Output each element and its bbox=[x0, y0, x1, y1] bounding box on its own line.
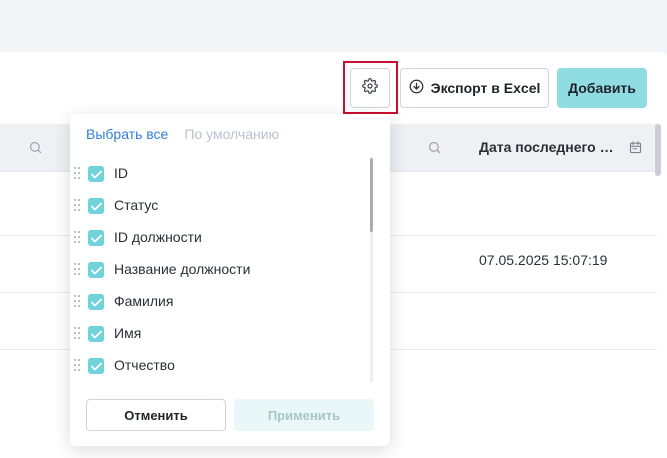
scrollbar-thumb[interactable] bbox=[370, 158, 373, 232]
drag-handle-icon[interactable] bbox=[74, 327, 82, 341]
checkbox[interactable] bbox=[88, 358, 104, 374]
default-link[interactable]: По умолчанию bbox=[184, 126, 279, 142]
column-label: Отчество bbox=[114, 357, 175, 373]
list-item[interactable]: Отчество bbox=[70, 350, 370, 382]
drag-handle-icon[interactable] bbox=[74, 263, 82, 277]
drag-handle-icon[interactable] bbox=[74, 359, 82, 373]
checkbox[interactable] bbox=[88, 166, 104, 182]
list-item[interactable]: Фамилия bbox=[70, 286, 370, 318]
cancel-button[interactable]: Отменить bbox=[86, 399, 226, 431]
search-icon[interactable] bbox=[28, 140, 43, 160]
checkbox[interactable] bbox=[88, 198, 104, 214]
apply-button[interactable]: Применить bbox=[234, 399, 374, 431]
column-header-last-date[interactable]: Дата последнего ус... bbox=[479, 139, 621, 155]
column-picker-actions: Выбрать все По умолчанию bbox=[86, 126, 279, 142]
list-item[interactable]: ID должности bbox=[70, 222, 370, 254]
column-label: ID должности bbox=[114, 229, 202, 245]
column-settings-button[interactable] bbox=[350, 68, 390, 108]
table-scrollbar[interactable] bbox=[655, 124, 661, 176]
column-label: Статус bbox=[114, 197, 159, 213]
checkbox[interactable] bbox=[88, 262, 104, 278]
list-item[interactable]: Имя bbox=[70, 318, 370, 350]
select-all-link[interactable]: Выбрать все bbox=[86, 126, 168, 142]
gear-icon bbox=[362, 77, 378, 99]
column-list-scrollbar[interactable] bbox=[370, 158, 373, 382]
checkbox[interactable] bbox=[88, 230, 104, 246]
drag-handle-icon[interactable] bbox=[74, 231, 82, 245]
search-icon[interactable] bbox=[427, 140, 442, 160]
column-label: Название должности bbox=[114, 261, 251, 277]
column-label: Имя bbox=[114, 325, 142, 341]
checkbox[interactable] bbox=[88, 326, 104, 342]
column-label: ID bbox=[114, 165, 128, 181]
drag-handle-icon[interactable] bbox=[74, 295, 82, 309]
column-picker-dropdown: Выбрать все По умолчанию ID Статус ID до… bbox=[70, 114, 390, 446]
checkbox[interactable] bbox=[88, 294, 104, 310]
row-date: 07.05.2025 15:07:19 bbox=[479, 252, 608, 268]
add-button[interactable]: Добавить bbox=[557, 68, 647, 108]
export-excel-button[interactable]: Экспорт в Excel bbox=[400, 68, 549, 108]
chevron-left-icon: ‹ bbox=[0, 138, 1, 154]
drag-handle-icon[interactable] bbox=[74, 167, 82, 181]
list-item[interactable]: Название должности bbox=[70, 254, 370, 286]
drag-handle-icon[interactable] bbox=[74, 199, 82, 213]
list-item[interactable]: Статус bbox=[70, 190, 370, 222]
list-item[interactable]: ID bbox=[70, 158, 370, 190]
column-label: Фамилия bbox=[114, 293, 174, 309]
export-label: Экспорт в Excel bbox=[430, 80, 541, 96]
download-circle-icon bbox=[409, 79, 424, 97]
calendar-icon[interactable] bbox=[628, 140, 643, 160]
